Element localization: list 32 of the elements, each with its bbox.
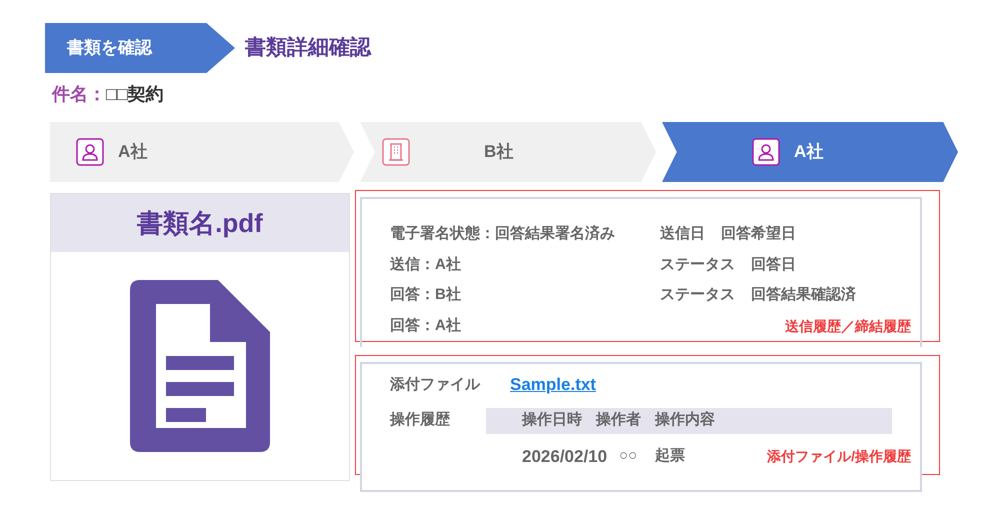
history-field: 回答希望日 xyxy=(721,223,796,246)
building-icon xyxy=(382,138,410,166)
subject-label: 件名： xyxy=(52,83,106,106)
page-title: 書類詳細確認 xyxy=(245,35,371,62)
column-header: 操作内容 xyxy=(655,410,715,430)
person-icon xyxy=(76,138,104,166)
document-filename: 書類名.pdf xyxy=(137,206,263,240)
progress-step[interactable]: B社 xyxy=(360,122,656,182)
subject-value: □□契約 xyxy=(106,83,164,106)
history-field: ステータス xyxy=(660,284,735,306)
table-cell-text: ○○ xyxy=(619,446,638,466)
table-cell-text: 2026/02/10 xyxy=(522,446,608,468)
history-line: 送信：A社 xyxy=(390,254,462,274)
progress-step[interactable]: A社 xyxy=(50,122,354,182)
attachment-link[interactable]: Sample.txt xyxy=(510,372,596,398)
history-line: 回答：A社 xyxy=(390,316,462,336)
breadcrumb-step[interactable]: 書類を確認 xyxy=(45,23,235,73)
history-field: 回答結果確認済 xyxy=(751,284,856,306)
history-field: 送信日 xyxy=(660,223,705,246)
progress-step[interactable]: A社 xyxy=(662,122,958,182)
column-header: 操作者 xyxy=(596,410,641,430)
attachment-label: 添付ファイル xyxy=(390,374,480,394)
history-field: ステータス xyxy=(660,254,735,276)
document-icon xyxy=(130,280,270,452)
history-field: 回答日 xyxy=(751,254,796,276)
table-cell-text: 起票 xyxy=(655,446,686,466)
annotation-label: 送信履歴／締結履歴 xyxy=(785,317,911,336)
history-label: 操作履歴 xyxy=(390,410,451,430)
history-line: 電子署名状態：回答結果署名済み xyxy=(390,224,616,244)
person-icon xyxy=(752,138,780,166)
history-line: 回答：B社 xyxy=(390,285,462,305)
column-header: 操作日時 xyxy=(522,410,582,430)
